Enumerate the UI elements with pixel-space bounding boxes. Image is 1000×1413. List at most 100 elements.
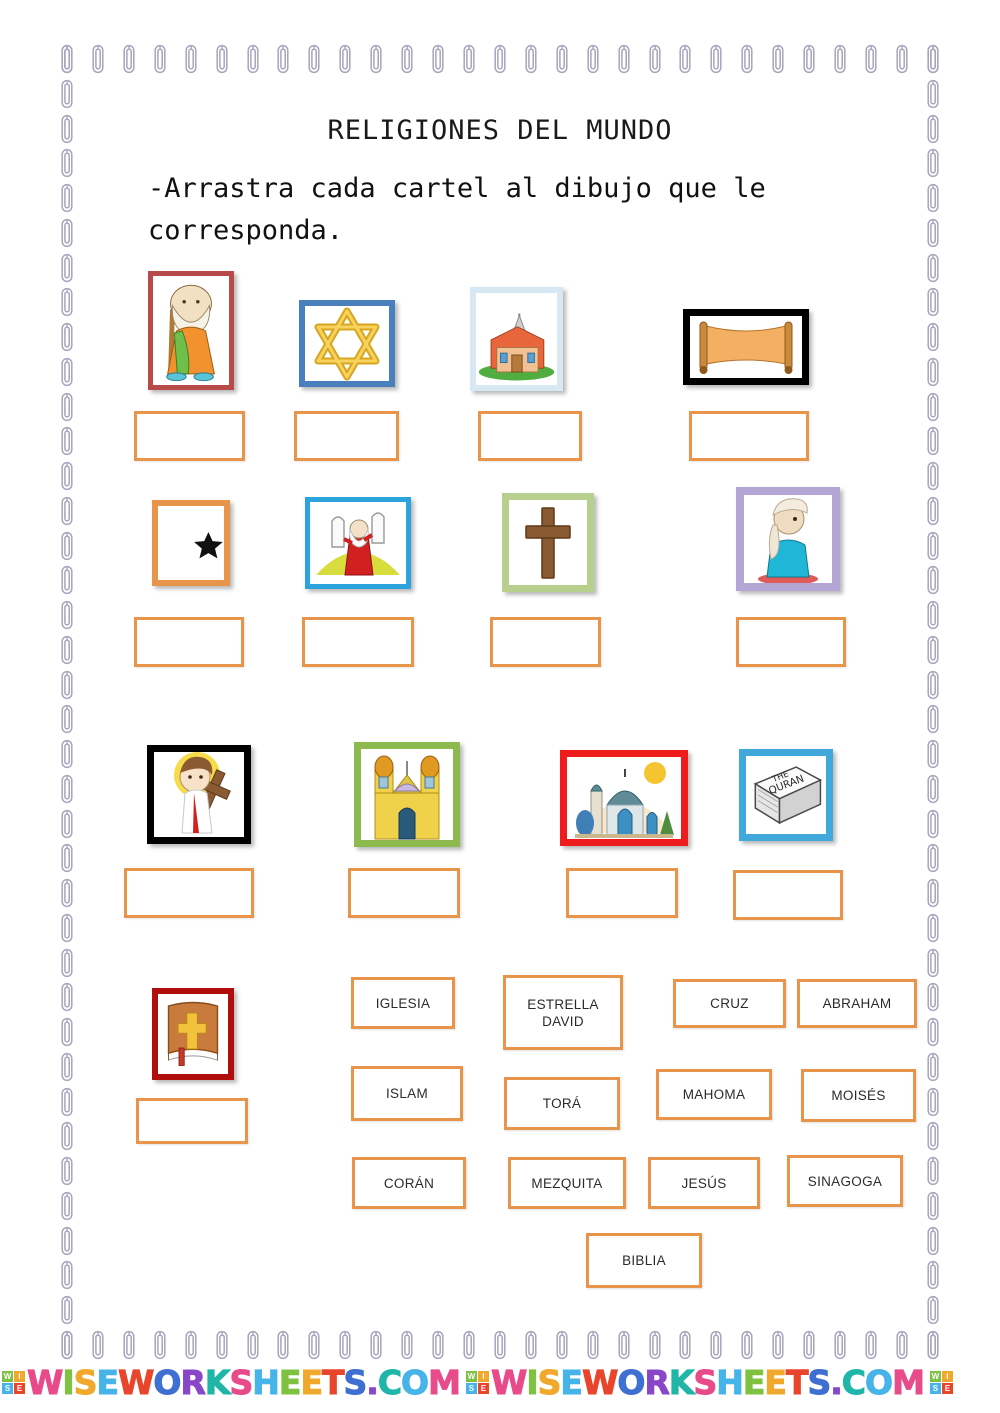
- paperclip-icon: [926, 496, 940, 526]
- word-tile-mahoma[interactable]: MAHOMA: [656, 1069, 772, 1120]
- paperclip-icon: [926, 774, 940, 804]
- paperclip-icon: [462, 44, 476, 74]
- paperclip-icon: [60, 809, 74, 839]
- paperclip-icon: [833, 44, 847, 74]
- paperclip-icon: [926, 148, 940, 178]
- paperclip-icon: [60, 843, 74, 873]
- cross-icon: [509, 500, 587, 585]
- picture-card-mahoma: [736, 487, 840, 591]
- word-tile-jesus[interactable]: JESÚS: [648, 1157, 760, 1209]
- paperclip-icon: [926, 739, 940, 769]
- drop-box-10[interactable]: [348, 868, 460, 918]
- paperclip-icon: [895, 44, 909, 74]
- word-tile-biblia[interactable]: BIBLIA: [586, 1233, 702, 1288]
- drop-box-4[interactable]: [689, 411, 809, 461]
- paperclip-icon: [60, 218, 74, 248]
- drop-box-13[interactable]: [136, 1098, 248, 1144]
- drop-box-2[interactable]: [294, 411, 399, 461]
- paperclip-icon: [60, 148, 74, 178]
- paperclip-icon: [926, 635, 940, 665]
- paperclip-icon: [926, 183, 940, 213]
- paperclip-icon: [926, 913, 940, 943]
- paperclip-icon: [60, 322, 74, 352]
- drop-box-1[interactable]: [134, 411, 245, 461]
- paperclip-icon: [555, 44, 569, 74]
- torah-scroll-icon: [690, 316, 802, 378]
- word-tile-tora[interactable]: TORÁ: [504, 1077, 620, 1130]
- word-tile-mezquita[interactable]: MEZQUITA: [508, 1157, 626, 1209]
- drop-box-6[interactable]: [302, 617, 414, 667]
- watermark-text: WISEWORKSHEETS.COM: [490, 1363, 925, 1403]
- picture-card-iglesia: [470, 287, 563, 391]
- drop-box-3[interactable]: [478, 411, 582, 461]
- word-tile-moises[interactable]: MOISÉS: [801, 1069, 916, 1122]
- word-tile-coran[interactable]: CORÁN: [352, 1157, 466, 1209]
- paperclip-icon: [60, 461, 74, 491]
- drop-box-12[interactable]: [733, 870, 843, 920]
- paperclip-icon: [153, 44, 167, 74]
- picture-card-biblia: [152, 988, 234, 1080]
- paperclip-icon: [60, 1156, 74, 1186]
- paperclip-icon: [60, 913, 74, 943]
- paperclip-icon: [60, 982, 74, 1012]
- paperclip-icon: [740, 44, 754, 74]
- paperclip-icon: [60, 531, 74, 561]
- paperclip-icon: [60, 1260, 74, 1290]
- synagogue-icon: [361, 749, 453, 840]
- paperclip-border-right: [926, 44, 940, 1360]
- paperclip-icon: [926, 322, 940, 352]
- paperclip-icon: [60, 79, 74, 109]
- word-tile-islam[interactable]: ISLAM: [351, 1066, 463, 1121]
- instructions-text: -Arrastra cada cartel al dibujo que le c…: [148, 173, 766, 246]
- paperclip-icon: [926, 1156, 940, 1186]
- paperclip-icon: [493, 44, 507, 74]
- word-tile-cruz[interactable]: CRUZ: [673, 979, 786, 1028]
- paperclip-icon: [926, 982, 940, 1012]
- word-tile-iglesia[interactable]: IGLESIA: [351, 977, 455, 1029]
- paperclip-icon: [60, 357, 74, 387]
- paperclip-icon: [60, 739, 74, 769]
- word-tile-label: BIBLIA: [622, 1253, 666, 1268]
- quran-book-icon: THE QURAN: [746, 756, 826, 834]
- paperclip-icon: [60, 1226, 74, 1256]
- word-tile-label: JESÚS: [681, 1175, 727, 1191]
- word-tile-label: CRUZ: [710, 996, 749, 1011]
- crescent-star-icon: [158, 506, 224, 580]
- drop-box-11[interactable]: [566, 868, 678, 918]
- abraham-figure-icon: [153, 276, 229, 385]
- drop-box-7[interactable]: [490, 617, 601, 667]
- paperclip-icon: [926, 670, 940, 700]
- paperclip-icon: [926, 1017, 940, 1047]
- word-tile-label: MAHOMA: [682, 1087, 746, 1102]
- paperclip-icon: [60, 774, 74, 804]
- word-tile-label: SINAGOGA: [807, 1173, 883, 1189]
- picture-card-moises: [305, 497, 411, 589]
- paperclip-icon: [184, 44, 198, 74]
- word-tile-estrella[interactable]: ESTRELLA DAVID: [503, 975, 623, 1050]
- paperclip-icon: [926, 843, 940, 873]
- paperclip-icon: [60, 44, 74, 74]
- word-tile-label: TORÁ: [542, 1096, 582, 1111]
- drop-box-8[interactable]: [736, 617, 846, 667]
- paperclip-icon: [926, 1052, 940, 1082]
- word-tile-abraham[interactable]: ABRAHAM: [797, 979, 917, 1028]
- picture-card-mezquita: [560, 750, 688, 846]
- paperclip-icon: [926, 878, 940, 908]
- watermark-text: WISEWORKSHEETS.COM: [26, 1363, 461, 1403]
- drop-box-9[interactable]: [124, 868, 254, 918]
- word-tile-label: MOISÉS: [831, 1088, 886, 1103]
- paperclip-icon: [60, 183, 74, 213]
- paperclip-icon: [926, 461, 940, 491]
- picture-card-estrella-david: [299, 300, 395, 387]
- paperclip-icon: [60, 635, 74, 665]
- paperclip-icon: [678, 44, 692, 74]
- paperclip-icon: [60, 1121, 74, 1151]
- word-tile-label: ABRAHAM: [822, 996, 892, 1011]
- church-icon: [476, 293, 557, 385]
- drop-box-5[interactable]: [134, 617, 244, 667]
- paperclip-icon: [926, 1226, 940, 1256]
- word-tile-sinagoga[interactable]: SINAGOGA: [787, 1155, 903, 1207]
- paperclip-icon: [617, 44, 631, 74]
- bible-book-icon: [158, 994, 228, 1074]
- paperclip-icon: [926, 357, 940, 387]
